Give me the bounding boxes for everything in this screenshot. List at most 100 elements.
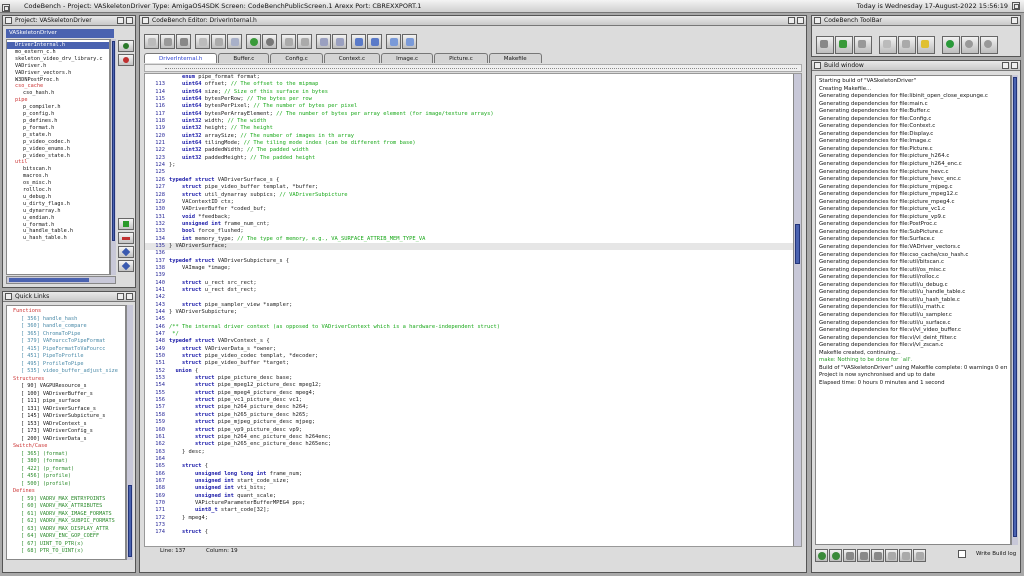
project-hscrollbar[interactable] <box>6 276 116 284</box>
code-line[interactable]: 150 struct pipe_video_codec templat, *de… <box>145 353 793 360</box>
project-file[interactable]: u_dirty_flags.h <box>7 201 109 208</box>
build-output[interactable]: Starting build of "VASkeletonDriver" Crea… <box>815 75 1011 545</box>
quicklink-item[interactable]: [ 153] VADrvContext_s <box>7 421 125 429</box>
build-stop-icon[interactable] <box>829 549 842 562</box>
code-line[interactable]: 156 struct pipe_vc1_picture_desc vc1; <box>145 397 793 404</box>
editor-title-bar[interactable]: CodeBench Editor: DriverInternal.h <box>140 16 806 26</box>
project-file[interactable]: u_handle_table.h <box>7 228 109 235</box>
tab-config-c[interactable]: Config.c <box>270 53 323 63</box>
project-folder[interactable]: cso_cache <box>7 83 109 90</box>
code-line[interactable]: 170 VAPictureParameterBufferMPEG4 pps; <box>145 500 793 507</box>
code-line[interactable]: 113 uint64 offset; // The offset to the … <box>145 81 793 88</box>
cut-icon[interactable] <box>211 34 226 49</box>
quicklink-item[interactable]: [ 100] VADriverBuffer_s <box>7 391 125 399</box>
build-prev-icon[interactable] <box>857 549 870 562</box>
tab-image-c[interactable]: Image.c <box>381 53 434 63</box>
close-icon[interactable] <box>814 17 821 24</box>
code-line[interactable]: 116 uint64 bytesPerPixel; // The number … <box>145 103 793 110</box>
code-line[interactable]: 147 */ <box>145 331 793 338</box>
project-file[interactable]: p_video_codec.h <box>7 139 109 146</box>
code-line[interactable]: 167 unsigned int start_code_size; <box>145 478 793 485</box>
quicklinks-scrollbar[interactable] <box>126 305 133 560</box>
quicklink-item[interactable]: [ 200] VADriverData_s <box>7 436 125 444</box>
code-line[interactable]: 124}; <box>145 162 793 169</box>
tab-makefile[interactable]: Makefile <box>488 53 542 63</box>
code-line[interactable]: enum pipe_format format; <box>145 74 793 81</box>
code-line[interactable]: 133 bool force_flushed; <box>145 228 793 235</box>
project-file[interactable]: rollloc.h <box>7 187 109 194</box>
close-icon[interactable] <box>5 293 12 300</box>
code-line[interactable]: 123 uint32 paddedHeight; // The padded h… <box>145 155 793 162</box>
code-line[interactable]: 157 struct pipe_h264_picture_desc h264; <box>145 404 793 411</box>
quicklink-item[interactable]: [ 111] pipe_surface <box>7 398 125 406</box>
code-line[interactable]: 169 unsigned int quant_scale; <box>145 493 793 500</box>
editor-scrollbar[interactable] <box>793 74 801 546</box>
code-line[interactable]: 132 unsigned int frame_num_cnt; <box>145 221 793 228</box>
project-file[interactable]: VADriver_vectors.h <box>7 70 109 77</box>
tools-icon[interactable] <box>898 36 916 54</box>
screen-close-icon[interactable] <box>2 4 10 12</box>
project-file[interactable]: u_format.h <box>7 222 109 229</box>
project-file[interactable]: u_endian.h <box>7 215 109 222</box>
code-line[interactable]: 153 struct pipe_picture_desc base; <box>145 375 793 382</box>
code-line[interactable]: 166 unsigned long long int frame_num; <box>145 471 793 478</box>
debug-icon[interactable] <box>980 36 998 54</box>
project-file[interactable]: u_debug.h <box>7 194 109 201</box>
code-line[interactable]: 145 <box>145 316 793 323</box>
quicklink-item[interactable]: [ 365] (format) <box>7 451 125 459</box>
quicklink-item[interactable]: [ 451] PipeToProfile <box>7 353 125 361</box>
code-line[interactable]: 142 <box>145 294 793 301</box>
project-file[interactable]: cso_hash.h <box>7 90 109 97</box>
code-line[interactable]: 163 } desc; <box>145 449 793 456</box>
build-clear-icon[interactable] <box>885 549 898 562</box>
project-scrollbar[interactable] <box>110 39 116 275</box>
quicklink-item[interactable]: [ 145] VADriverSubpicture_s <box>7 413 125 421</box>
code-line[interactable]: 165 struct { <box>145 463 793 470</box>
depth-icon[interactable] <box>797 17 804 24</box>
code-line[interactable]: 126 typedef struct VADriverSurface_s { <box>145 177 793 184</box>
depth-icon[interactable] <box>1011 17 1018 24</box>
write-build-log-checkbox[interactable] <box>958 550 966 558</box>
tab-picture-c[interactable]: Picture.c <box>434 53 488 63</box>
project-file[interactable]: p_config.h <box>7 111 109 118</box>
project-file[interactable]: bitscan.h <box>7 166 109 173</box>
code-line[interactable]: 130 VADriverBuffer *coded_buf; <box>145 206 793 213</box>
quicklink-item[interactable]: [ 67] UINT_TO_PTR(x) <box>7 541 125 549</box>
code-line[interactable]: 125 <box>145 169 793 176</box>
settings-icon[interactable] <box>879 36 897 54</box>
code-line[interactable]: 128 struct util_dynarray subpics; // VAD… <box>145 192 793 199</box>
project-file[interactable]: skeleton_video_drv_library.c <box>7 56 109 63</box>
close-icon[interactable] <box>5 17 12 24</box>
code-line[interactable]: 120 uint32 arraySize; // The number of i… <box>145 133 793 140</box>
code-line[interactable]: 135} VADriverSurface; <box>145 242 793 251</box>
code-line[interactable]: 118 uint32 width; // The width <box>145 118 793 125</box>
project-file[interactable]: macros.h <box>7 173 109 180</box>
quicklinks-list[interactable]: Functions[ 356] handle_hash[ 360] handle… <box>6 305 126 560</box>
quicklink-item[interactable]: [ 365] ChromaToPipe <box>7 331 125 339</box>
copy-icon[interactable] <box>227 34 242 49</box>
open-file-icon[interactable] <box>160 34 175 49</box>
code-line[interactable]: 122 uint32 paddedWidth; // The padded wi… <box>145 147 793 154</box>
depth-icon[interactable] <box>1011 62 1018 69</box>
code-line[interactable]: 151 struct pipe_video_buffer *target; <box>145 360 793 367</box>
undo-icon[interactable] <box>246 34 261 49</box>
code-line[interactable]: 148 typedef struct VADrvContext_s { <box>145 338 793 345</box>
code-line[interactable]: 144} VADriverSubpicture; <box>145 309 793 316</box>
code-line[interactable]: 115 uint64 bytesPerRow; // The bytes per… <box>145 96 793 103</box>
code-line[interactable]: 127 struct pipe_video_buffer templat, *b… <box>145 184 793 191</box>
comment-icon[interactable] <box>386 34 401 49</box>
screen-depth-icon[interactable] <box>1012 2 1020 10</box>
quicklink-item[interactable]: [ 500] (profile) <box>7 481 125 489</box>
code-line[interactable]: 146 /** The internal driver context (as o… <box>145 324 793 331</box>
code-line[interactable]: 140 struct u_rect src_rect; <box>145 280 793 287</box>
code-line[interactable]: 119 uint32 height; // The height <box>145 125 793 132</box>
quicklinks-group[interactable]: Functions <box>7 308 125 316</box>
build-help-icon[interactable] <box>913 549 926 562</box>
zoom-icon[interactable] <box>788 17 795 24</box>
project-file[interactable]: p_format.h <box>7 125 109 132</box>
code-text[interactable]: enum pipe_format format; 113 uint64 offse… <box>145 74 793 546</box>
tab-buffer-c[interactable]: Buffer.c <box>218 53 270 63</box>
project-add-button[interactable] <box>118 40 134 52</box>
build-title-bar[interactable]: Build window <box>812 61 1020 71</box>
project-title-bar[interactable]: Project: VASkeletonDriver <box>3 16 135 26</box>
